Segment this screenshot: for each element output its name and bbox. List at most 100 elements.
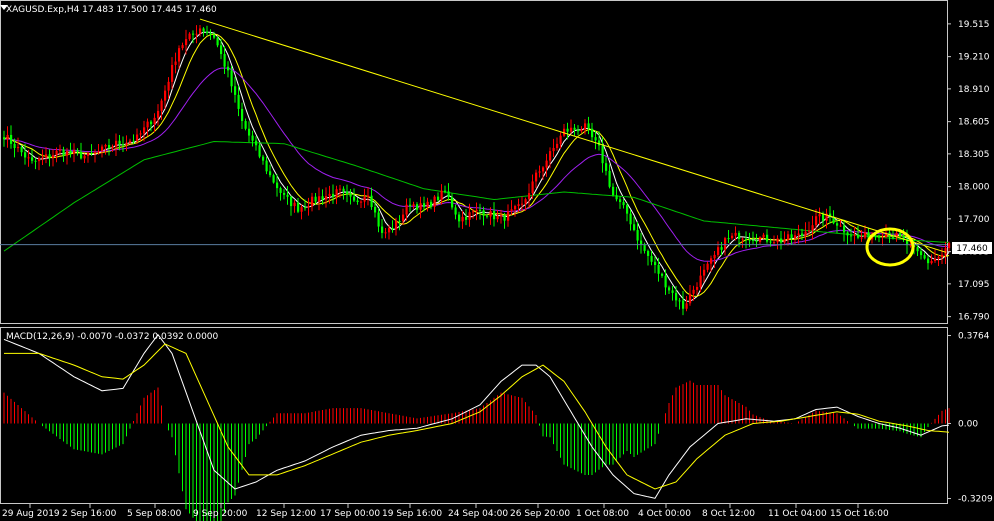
candle-body: [843, 225, 846, 233]
candle-body: [643, 244, 646, 251]
candle-body: [150, 121, 153, 125]
candle-body: [591, 128, 594, 138]
candle-body: [59, 149, 62, 151]
candle-body: [857, 234, 860, 238]
candle-body: [160, 100, 163, 111]
candle-body: [108, 144, 111, 148]
candle-body: [293, 202, 296, 207]
candle-body: [62, 149, 65, 156]
candle-body: [797, 233, 800, 236]
candle-body: [489, 210, 492, 217]
candle-body: [377, 212, 380, 227]
candle-body: [468, 212, 471, 220]
candle-body: [598, 140, 601, 146]
candle-body: [286, 194, 289, 197]
candle-body: [605, 163, 608, 171]
candle-body: [80, 151, 83, 159]
candle-body: [325, 195, 328, 200]
candle-body: [710, 258, 713, 264]
candle-body: [307, 206, 310, 208]
candle-body: [447, 191, 450, 198]
candle-body: [706, 263, 709, 270]
candle-body: [717, 247, 720, 255]
candle-body: [923, 255, 926, 259]
candle-body: [622, 202, 625, 206]
candle-body: [507, 211, 510, 221]
candle-body: [486, 215, 489, 217]
chart-background: [0, 0, 994, 521]
candle-body: [125, 142, 128, 145]
candle-body: [111, 146, 114, 148]
candle-body: [3, 137, 6, 140]
candle-body: [780, 238, 783, 243]
candle-body: [615, 195, 618, 200]
candle-body: [276, 182, 279, 189]
candle-body: [24, 152, 27, 158]
candle-body: [783, 239, 786, 243]
candle-body: [451, 197, 454, 208]
candle-body: [381, 226, 384, 233]
price-tick-label: 19.210: [958, 53, 990, 63]
candle-body: [164, 90, 167, 101]
candle-body: [300, 207, 303, 212]
candle-body: [136, 134, 139, 141]
candle-body: [934, 258, 937, 262]
candle-body: [395, 220, 398, 230]
candle-body: [675, 292, 678, 301]
candle-body: [360, 201, 363, 203]
candle-body: [157, 110, 160, 118]
candle-body: [262, 156, 265, 161]
candle-body: [846, 232, 849, 236]
candle-body: [290, 196, 293, 207]
candle-body: [174, 61, 177, 65]
time-tick-label: 5 Sep 08:00: [127, 509, 182, 519]
candle-body: [839, 225, 842, 227]
macd-header: MACD(12,26,9) -0.0070 -0.0372 0.0392 0.0…: [6, 332, 219, 342]
price-tick-label: 17.095: [958, 280, 990, 290]
price-tick-label: 19.515: [958, 20, 990, 30]
candle-body: [790, 234, 793, 239]
chart-canvas[interactable]: XAGUSD.Exp,H4 17.483 17.500 17.445 17.46…: [0, 0, 994, 521]
candle-body: [678, 300, 681, 302]
candle-body: [776, 238, 779, 243]
candle-body: [804, 231, 807, 236]
candle-body: [181, 45, 184, 49]
candle-body: [97, 151, 100, 153]
time-tick-label: 24 Sep 04:00: [448, 509, 508, 519]
candle-body: [272, 175, 275, 183]
candle-body: [503, 215, 506, 221]
candle-body: [34, 160, 37, 162]
candle-body: [335, 189, 338, 197]
candle-body: [444, 190, 447, 192]
candle-body: [748, 239, 751, 241]
candle-body: [556, 143, 559, 148]
candle-body: [594, 137, 597, 141]
candle-body: [682, 300, 685, 309]
candle-body: [437, 196, 440, 201]
time-tick-label: 8 Oct 12:00: [702, 509, 755, 519]
candle-body: [192, 33, 195, 35]
candle-body: [811, 225, 814, 231]
candle-body: [279, 188, 282, 193]
candle-body: [363, 196, 366, 202]
candle-body: [20, 147, 23, 153]
candle-body: [850, 235, 853, 237]
candle-body: [430, 201, 433, 207]
candle-body: [227, 66, 230, 71]
time-tick-label: 26 Sep 20:00: [510, 509, 570, 519]
candle-body: [948, 243, 951, 249]
candle-body: [412, 204, 415, 207]
candle-body: [10, 134, 13, 144]
candle-body: [230, 70, 233, 87]
candle-body: [17, 147, 20, 149]
candle-body: [374, 207, 377, 213]
candle-body: [752, 239, 755, 241]
candle-body: [755, 240, 758, 242]
candle-body: [258, 145, 261, 157]
candle-body: [773, 242, 776, 244]
candle-body: [720, 247, 723, 250]
candle-body: [671, 290, 674, 293]
candle-body: [836, 223, 839, 226]
candle-body: [269, 171, 272, 176]
candle-body: [139, 133, 142, 135]
